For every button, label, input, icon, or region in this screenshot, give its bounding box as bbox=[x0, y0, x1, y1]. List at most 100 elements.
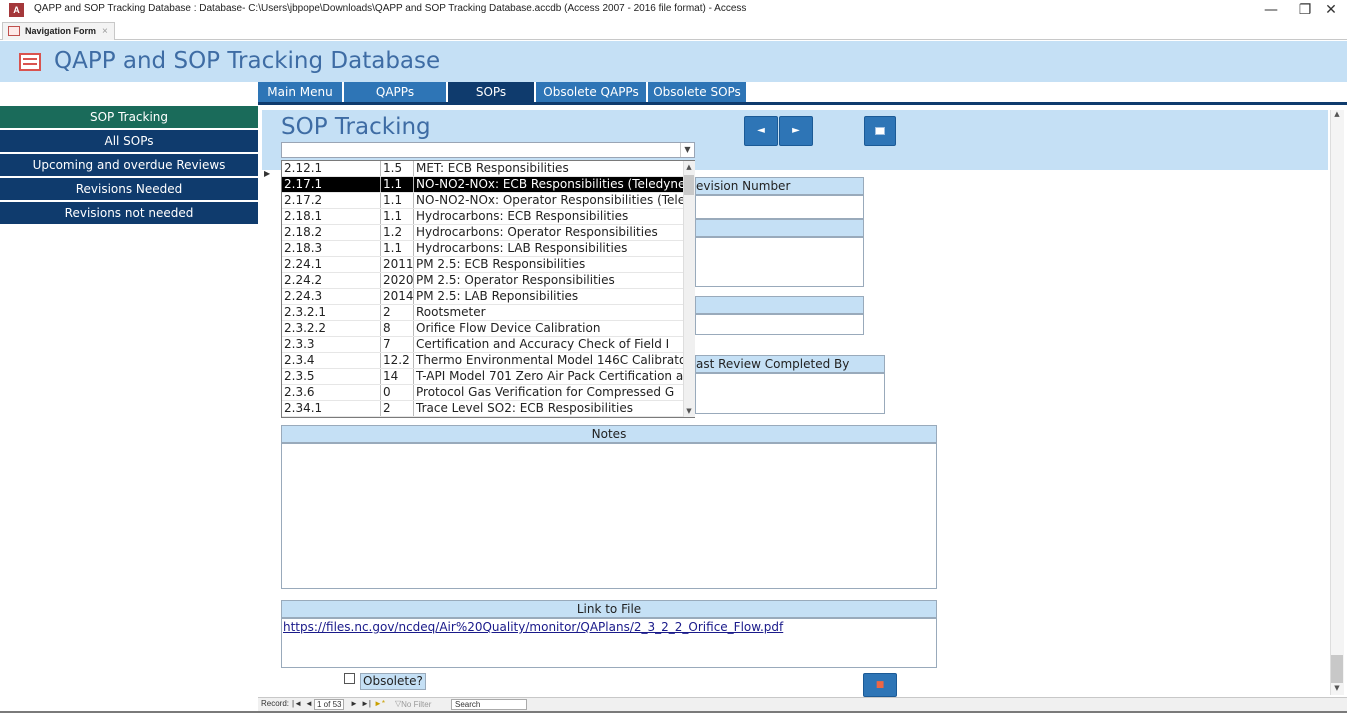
window-title: QAPP and SOP Tracking Database : Databas… bbox=[34, 3, 747, 14]
record-selector-icon[interactable]: ▶ bbox=[264, 169, 270, 178]
sop-revision: 14 bbox=[380, 369, 413, 384]
next-record-icon[interactable]: ► bbox=[350, 699, 358, 708]
sidebar-item-all-sops[interactable]: All SOPs bbox=[0, 130, 258, 152]
sop-number: 2.17.2 bbox=[284, 193, 323, 207]
sop-revision: 2014 bbox=[380, 289, 414, 304]
document-tab-strip bbox=[0, 20, 1347, 40]
sop-revision: 8 bbox=[380, 321, 413, 336]
scroll-up-icon[interactable]: ▲ bbox=[683, 161, 695, 173]
sop-name: PM 2.5: Operator Responsibilities bbox=[413, 273, 684, 288]
sop-search-combo[interactable]: ▼ bbox=[281, 142, 695, 158]
sop-number: 2.17.1 bbox=[284, 177, 323, 191]
last-review-completed-by-field[interactable] bbox=[695, 373, 885, 414]
sop-name: Protocol Gas Verification for Compressed… bbox=[413, 385, 684, 400]
tab-obsolete-qapps[interactable]: Obsolete QAPPs bbox=[536, 82, 646, 102]
list-item[interactable]: 2.24.2 2020 PM 2.5: Operator Responsibilit… bbox=[282, 273, 684, 289]
list-item[interactable]: 2.18.3 1.1 Hydrocarbons: LAB Responsibilit… bbox=[282, 241, 684, 257]
tab-sops[interactable]: SOPs bbox=[448, 82, 534, 102]
report-button[interactable] bbox=[864, 116, 896, 146]
record-search-input[interactable]: Search bbox=[451, 699, 527, 710]
scroll-down-icon[interactable]: ▼ bbox=[1331, 684, 1343, 696]
form-icon bbox=[8, 26, 20, 36]
no-filter-button[interactable]: ▽ No Filter bbox=[395, 699, 431, 709]
list-item[interactable]: 2.24.3 2014 PM 2.5: LAB Reponsibilities bbox=[282, 289, 684, 305]
sop-revision: 1.1 bbox=[380, 193, 413, 208]
sop-revision: 0 bbox=[380, 385, 413, 400]
field-box-2[interactable] bbox=[695, 314, 864, 335]
record-position[interactable]: 1 of 53 bbox=[314, 699, 345, 710]
scroll-up-icon[interactable]: ▲ bbox=[1331, 110, 1343, 122]
tab-underline bbox=[258, 102, 1347, 105]
list-item[interactable]: 2.18.1 1.1 Hydrocarbons: ECB Responsibilit… bbox=[282, 209, 684, 225]
sop-name: Hydrocarbons: Operator Responsibilities bbox=[413, 225, 684, 240]
sop-number: 2.3.6 bbox=[284, 385, 315, 399]
list-item[interactable]: 2.12.1 1.5 MET: ECB Responsibilities bbox=[282, 161, 684, 177]
sop-number: 2.24.1 bbox=[284, 257, 323, 271]
tab-qapps[interactable]: QAPPs bbox=[344, 82, 446, 102]
obsolete-checkbox[interactable] bbox=[344, 673, 355, 684]
list-item[interactable]: 2.3.3 7 Certification and Accuracy Check o… bbox=[282, 337, 684, 353]
sop-revision: 1.2 bbox=[380, 225, 413, 240]
dropdown-scroll-thumb[interactable] bbox=[684, 175, 694, 195]
sop-name: MET: ECB Responsibilities bbox=[413, 161, 684, 176]
obsolete-label: Obsolete? bbox=[360, 673, 426, 690]
sidebar-item-upcoming-reviews[interactable]: Upcoming and overdue Reviews bbox=[0, 154, 258, 176]
sop-number: 2.18.3 bbox=[284, 241, 323, 255]
sop-revision: 2 bbox=[380, 401, 413, 416]
tab-main-menu[interactable]: Main Menu bbox=[258, 82, 342, 102]
chevron-down-icon[interactable]: ▼ bbox=[680, 143, 694, 157]
close-tab-icon[interactable]: × bbox=[102, 26, 108, 37]
last-record-icon[interactable]: ►| bbox=[361, 699, 371, 708]
sop-number: 2.24.3 bbox=[284, 289, 323, 303]
list-item[interactable]: 2.3.2.2 8 Orifice Flow Device Calibration bbox=[282, 321, 684, 337]
sidebar-item-revisions-needed[interactable]: Revisions Needed bbox=[0, 178, 258, 200]
previous-record-button[interactable]: ◄ bbox=[744, 116, 778, 146]
last-review-completed-by-label: ast Review Completed By bbox=[695, 355, 885, 373]
list-item[interactable]: 2.24.1 2011 PM 2.5: ECB Responsibilities bbox=[282, 257, 684, 273]
sop-number: 2.3.4 bbox=[284, 353, 315, 367]
list-item-selected[interactable]: 2.17.1 1.1 NO-NO2-NOx: ECB Responsibilitie… bbox=[282, 177, 684, 193]
sop-dropdown-list[interactable]: 2.12.1 1.5 MET: ECB Responsibilities 2.17.… bbox=[281, 160, 695, 418]
document-icon bbox=[875, 127, 885, 135]
sidebar-item-sop-tracking[interactable]: SOP Tracking bbox=[0, 106, 258, 128]
list-item[interactable]: 2.3.5 14 T-API Model 701 Zero Air Pack Cer… bbox=[282, 369, 684, 385]
sop-number: 2.12.1 bbox=[284, 161, 323, 175]
page-title: QAPP and SOP Tracking Database bbox=[54, 48, 441, 74]
field-box-1[interactable] bbox=[695, 237, 864, 287]
list-item[interactable]: 2.3.4 12.2 Thermo Environmental Model 146C… bbox=[282, 353, 684, 369]
close-window-button[interactable]: ✕ bbox=[1313, 2, 1347, 20]
sop-revision: 1.1 bbox=[380, 177, 413, 192]
sop-revision: 1.1 bbox=[380, 209, 413, 224]
save-button[interactable]: ■ bbox=[863, 673, 897, 697]
dropdown-scrollbar[interactable] bbox=[683, 161, 695, 417]
sop-name: Hydrocarbons: ECB Responsibilities bbox=[413, 209, 684, 224]
sidebar-item-revisions-not-needed[interactable]: Revisions not needed bbox=[0, 202, 258, 224]
revision-number-field[interactable] bbox=[695, 195, 864, 219]
sop-number: 2.3.2.2 bbox=[284, 321, 326, 335]
minimize-button[interactable]: — bbox=[1253, 2, 1289, 20]
record-label: Record: bbox=[261, 699, 290, 708]
form-scrollbar[interactable] bbox=[1330, 110, 1344, 695]
link-to-file-url[interactable]: https://files.nc.gov/ncdeq/Air%20Quality… bbox=[283, 620, 783, 634]
list-item[interactable]: 2.3.6 0 Protocol Gas Verification for Comp… bbox=[282, 385, 684, 401]
sop-name: NO-NO2-NOx: Operator Responsibilities (T… bbox=[413, 193, 684, 208]
scroll-down-icon[interactable]: ▼ bbox=[683, 405, 695, 417]
sop-name: Hydrocarbons: LAB Responsibilities bbox=[413, 241, 684, 256]
first-record-icon[interactable]: |◄ bbox=[292, 699, 302, 708]
list-item[interactable]: 2.34.1 2 Trace Level SO2: ECB Resposibilit… bbox=[282, 401, 684, 417]
list-item[interactable]: 2.3.2.1 2 Rootsmeter bbox=[282, 305, 684, 321]
sop-number: 2.18.1 bbox=[284, 209, 323, 223]
access-app-icon: A bbox=[9, 3, 24, 17]
tab-navigation-form[interactable]: Navigation Form × bbox=[2, 22, 115, 40]
sop-name: Rootsmeter bbox=[413, 305, 684, 320]
link-to-file-label: Link to File bbox=[281, 600, 937, 618]
sop-revision: 2011 bbox=[380, 257, 414, 272]
list-item[interactable]: 2.18.2 1.2 Hydrocarbons: Operator Responsi… bbox=[282, 225, 684, 241]
previous-record-icon[interactable]: ◄ bbox=[305, 699, 313, 708]
form-scroll-thumb[interactable] bbox=[1331, 655, 1343, 683]
tab-obsolete-sops[interactable]: Obsolete SOPs bbox=[648, 82, 746, 102]
notes-field[interactable] bbox=[281, 443, 937, 589]
next-record-button[interactable]: ► bbox=[779, 116, 813, 146]
list-item[interactable]: 2.17.2 1.1 NO-NO2-NOx: Operator Responsibi… bbox=[282, 193, 684, 209]
new-record-icon[interactable]: ►* bbox=[374, 699, 385, 708]
